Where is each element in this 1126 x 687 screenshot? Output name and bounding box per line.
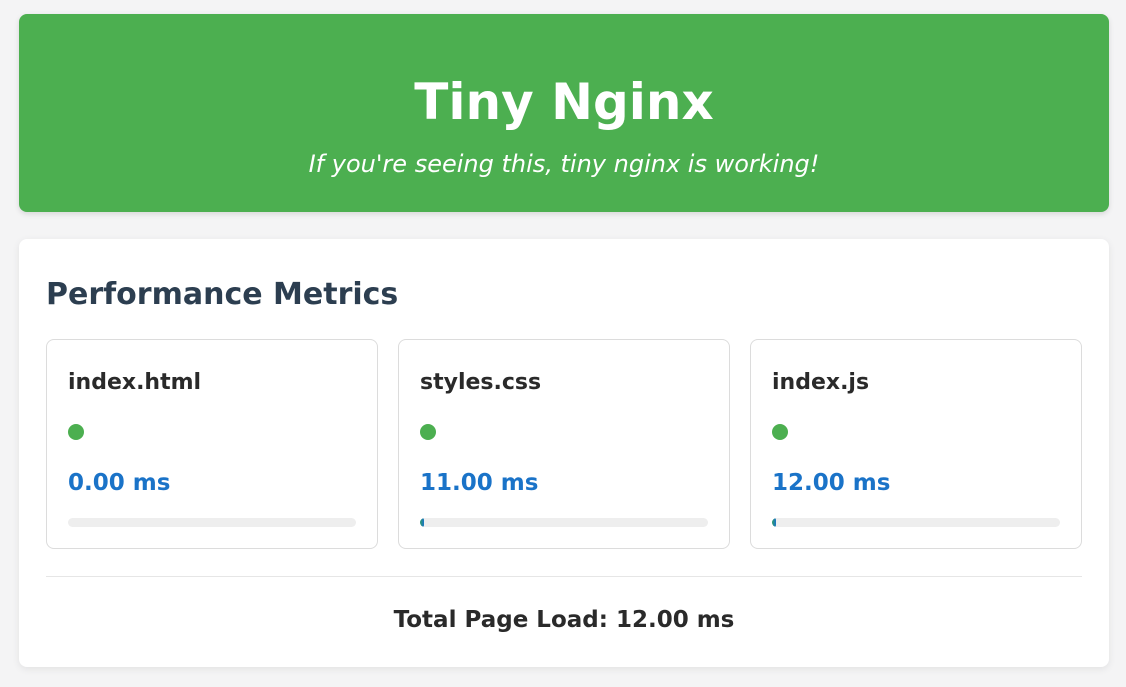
metric-card-index-js: index.js 12.00 ms (750, 339, 1082, 549)
header-banner: Tiny Nginx If you're seeing this, tiny n… (19, 14, 1109, 212)
metric-cards: index.html 0.00 ms styles.css 11.00 ms i… (46, 339, 1082, 549)
load-time: 12.00 ms (772, 470, 891, 496)
file-name: index.js (772, 370, 870, 395)
metrics-heading: Performance Metrics (46, 277, 399, 312)
page-title: Tiny Nginx (414, 73, 714, 131)
total-page-load: Total Page Load: 12.00 ms (393, 607, 735, 633)
progress-bar-fill (420, 518, 424, 527)
metric-card-styles-css: styles.css 11.00 ms (398, 339, 730, 549)
metric-card-index-html: index.html 0.00 ms (46, 339, 378, 549)
page-subtitle: If you're seeing this, tiny nginx is wor… (308, 150, 820, 178)
status-dot-icon (772, 424, 788, 440)
status-dot-icon (420, 424, 436, 440)
progress-bar (772, 518, 1060, 527)
load-time: 0.00 ms (68, 470, 171, 496)
progress-bar-fill (772, 518, 776, 527)
file-name: styles.css (420, 370, 542, 395)
file-name: index.html (68, 370, 202, 395)
progress-bar (420, 518, 708, 527)
metrics-panel: Performance Metrics index.html 0.00 ms s… (19, 239, 1109, 667)
divider (46, 576, 1082, 577)
progress-bar (68, 518, 356, 527)
load-time: 11.00 ms (420, 470, 539, 496)
status-dot-icon (68, 424, 84, 440)
